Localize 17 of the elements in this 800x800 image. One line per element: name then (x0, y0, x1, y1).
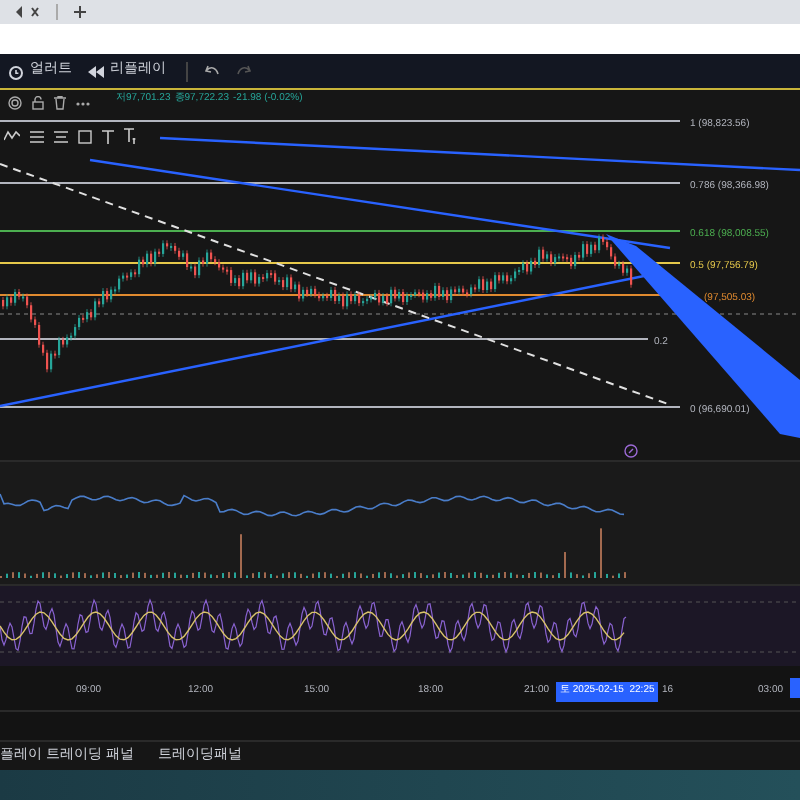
redo-icon[interactable] (236, 64, 252, 78)
text-icon[interactable] (102, 129, 114, 143)
trash-icon[interactable] (54, 96, 66, 110)
rectangle-icon[interactable] (78, 129, 92, 143)
rewind-icon (88, 65, 104, 77)
parallel-lines-icon[interactable] (30, 129, 44, 143)
lock-icon[interactable] (32, 96, 44, 110)
target-icon[interactable] (8, 96, 22, 110)
undo-icon[interactable] (204, 64, 220, 78)
polyline-icon[interactable] (4, 130, 20, 142)
text-subscript-icon[interactable] (124, 128, 138, 144)
tab-close-icon[interactable] (16, 6, 40, 18)
new-tab-icon[interactable] (74, 6, 86, 18)
settings-icon[interactable] (624, 444, 638, 458)
price-axis-marker (790, 678, 800, 698)
alarm-clock-icon (8, 63, 24, 79)
channel-icon[interactable] (54, 129, 68, 143)
